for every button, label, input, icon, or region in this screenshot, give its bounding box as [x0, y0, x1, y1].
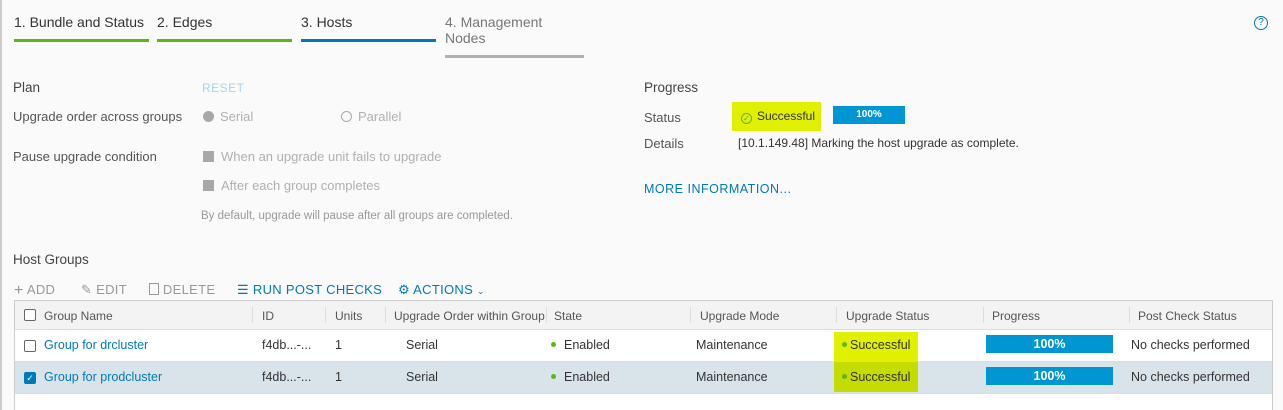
group-post-check: No checks performed	[1131, 370, 1250, 384]
group-state: Enabled	[551, 338, 610, 352]
checkbox-icon	[203, 151, 214, 162]
group-progress-bar: 100%	[986, 335, 1113, 353]
status-text: Successful	[757, 109, 816, 123]
row-checkbox[interactable]	[24, 340, 36, 352]
group-id: f4db...-...	[262, 370, 312, 384]
chevron-down-icon: ⌄	[476, 286, 485, 296]
delete-label: DELETE	[162, 282, 216, 297]
group-mode: Maintenance	[696, 370, 768, 384]
edit-button[interactable]: ✎ EDIT	[81, 282, 127, 298]
status-badge: ✓ Successful	[732, 102, 821, 131]
pause-note: By default, upgrade will pause after all…	[201, 210, 513, 222]
host-groups-title: Host Groups	[13, 252, 89, 267]
group-progress-bar: 100%	[986, 367, 1113, 385]
table-row[interactable]: Group for drcluster f4db...-... 1 Serial…	[15, 330, 1272, 362]
host-groups-table: Group Name ID Units Upgrade Order within…	[14, 300, 1273, 410]
tab-bundle-and-status[interactable]: 1. Bundle and Status	[14, 14, 149, 42]
upgrade-order-label: Upgrade order across groups	[13, 109, 183, 124]
checkbox-icon	[203, 180, 214, 191]
actions-label: ACTIONS	[413, 282, 474, 297]
add-button[interactable]: + ADD	[14, 282, 55, 300]
edit-label: EDIT	[96, 282, 127, 297]
select-all-checkbox[interactable]	[24, 309, 36, 321]
tab-edges[interactable]: 2. Edges	[157, 14, 292, 42]
group-units: 1	[335, 338, 342, 352]
overall-progress-bar: 100%	[833, 106, 905, 124]
group-mode: Maintenance	[696, 338, 768, 352]
group-order: Serial	[406, 370, 438, 384]
plus-icon: +	[14, 282, 24, 299]
group-name-link[interactable]: Group for drcluster	[44, 338, 148, 352]
add-label: ADD	[26, 282, 56, 297]
pencil-icon: ✎	[81, 282, 93, 297]
row-checkbox-checked[interactable]: ✓	[24, 372, 36, 384]
table-header: Group Name ID Units Upgrade Order within…	[15, 301, 1272, 330]
col-upgrade-order[interactable]: Upgrade Order within Group	[394, 309, 547, 323]
group-order: Serial	[406, 338, 438, 352]
col-group-name[interactable]: Group Name	[44, 309, 113, 323]
run-post-checks-button[interactable]: ☰ RUN POST CHECKS	[237, 282, 382, 298]
col-state[interactable]: State	[554, 309, 582, 323]
status-dot-icon	[842, 342, 847, 347]
group-upgrade-status: Successful	[834, 332, 919, 362]
tab-hosts[interactable]: 3. Hosts	[301, 14, 436, 42]
actions-menu[interactable]: ⚙ ACTIONS ⌄	[398, 282, 485, 298]
group-id: f4db...-...	[262, 338, 312, 352]
pause-on-failure-label: When an upgrade unit fails to upgrade	[221, 149, 442, 164]
status-label: Status	[644, 110, 681, 125]
col-upgrade-status[interactable]: Upgrade Status	[846, 309, 929, 323]
reset-button[interactable]: RESET	[202, 81, 245, 95]
status-dot-icon	[842, 374, 847, 379]
delete-button[interactable]: DELETE	[149, 282, 215, 297]
pause-condition-label: Pause upgrade condition	[13, 149, 157, 164]
radio-selected-icon	[203, 111, 214, 122]
group-units: 1	[335, 370, 342, 384]
left-border	[0, 0, 2, 410]
col-post-check-status[interactable]: Post Check Status	[1138, 309, 1237, 323]
status-dot-icon	[551, 374, 556, 379]
col-progress[interactable]: Progress	[992, 309, 1040, 323]
pause-after-group-checkbox[interactable]: After each group completes	[203, 178, 380, 193]
progress-title: Progress	[644, 80, 699, 95]
group-post-check: No checks performed	[1131, 338, 1250, 352]
parallel-label: Parallel	[358, 109, 402, 124]
pause-after-group-label: After each group completes	[221, 178, 380, 193]
radio-empty-icon	[341, 111, 352, 122]
col-units[interactable]: Units	[335, 309, 362, 323]
col-id[interactable]: ID	[262, 309, 274, 323]
serial-label: Serial	[220, 109, 254, 124]
details-text: [10.1.149.48] Marking the host upgrade a…	[738, 136, 1019, 150]
gear-icon: ⚙	[398, 282, 410, 297]
plan-title: Plan	[13, 80, 41, 95]
run-post-checks-label: RUN POST CHECKS	[252, 282, 383, 297]
checklist-icon: ☰	[237, 282, 249, 297]
more-information-link[interactable]: MORE INFORMATION...	[644, 182, 791, 196]
group-upgrade-status: Successful	[834, 362, 919, 392]
col-upgrade-mode[interactable]: Upgrade Mode	[700, 309, 779, 323]
status-dot-icon	[551, 342, 556, 347]
parallel-radio[interactable]: Parallel	[341, 109, 401, 124]
group-state: Enabled	[551, 370, 610, 384]
details-label: Details	[644, 136, 684, 151]
trash-icon	[149, 283, 159, 295]
help-icon[interactable]: ?	[1254, 16, 1268, 30]
table-row[interactable]: ✓ Group for prodcluster f4db...-... 1 Se…	[15, 362, 1272, 394]
group-name-link[interactable]: Group for prodcluster	[44, 370, 162, 384]
tab-management-nodes[interactable]: 4. Management Nodes	[445, 14, 584, 58]
pause-on-failure-checkbox[interactable]: When an upgrade unit fails to upgrade	[203, 149, 441, 164]
serial-radio[interactable]: Serial	[203, 109, 253, 124]
check-circle-icon: ✓	[741, 113, 752, 124]
